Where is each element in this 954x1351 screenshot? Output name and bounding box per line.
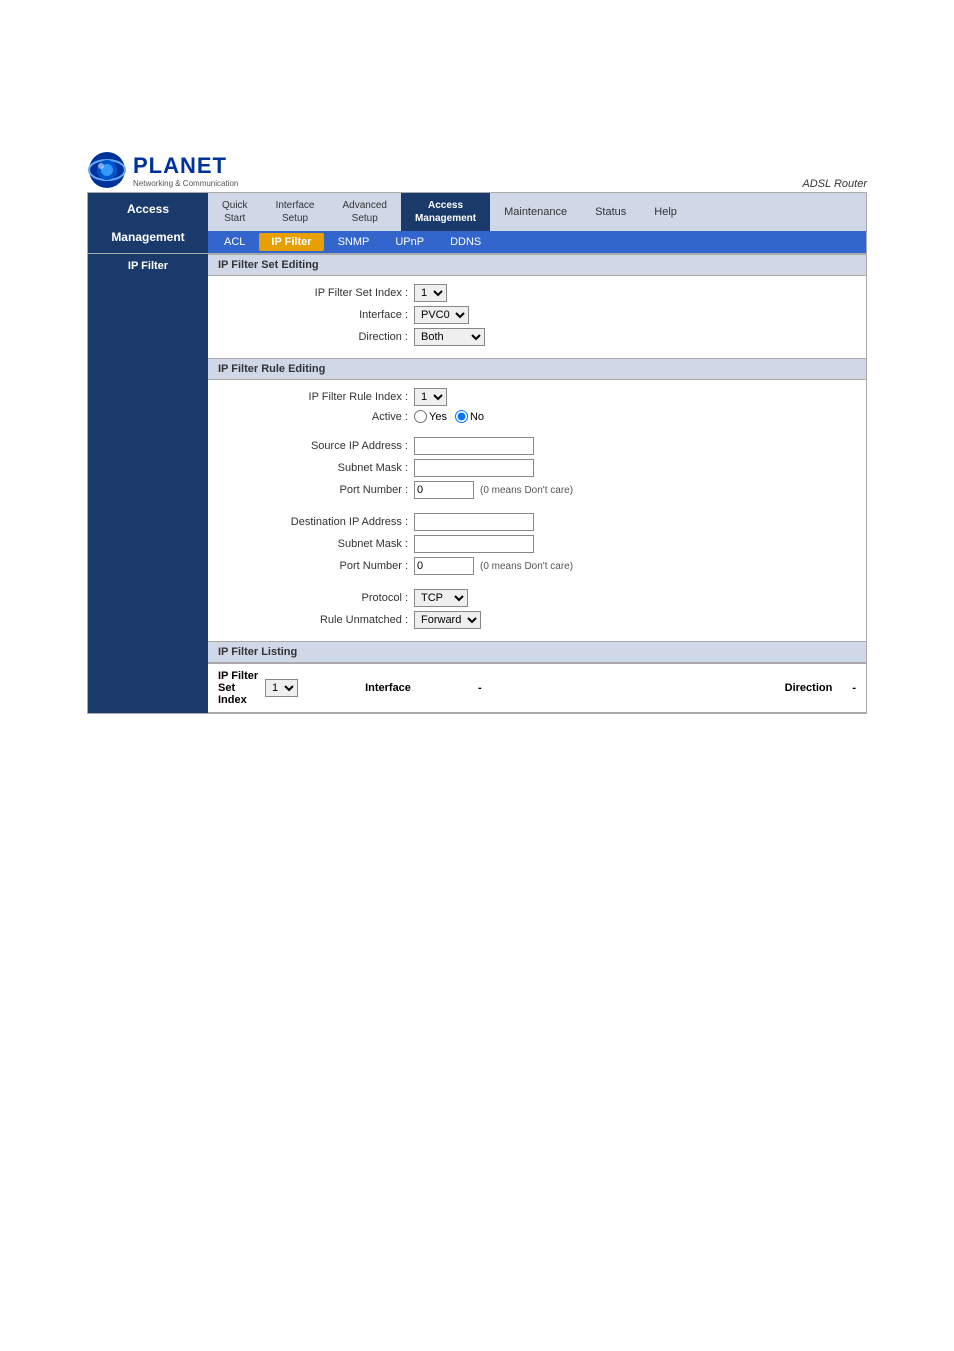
- active-no-radio[interactable]: [455, 410, 468, 423]
- listing-index-select[interactable]: 123456: [265, 679, 298, 697]
- dest-port-input[interactable]: [414, 557, 474, 575]
- spacer3: [228, 579, 846, 589]
- sub-tab-acl[interactable]: ACL: [212, 233, 257, 251]
- brand-subtitle: Networking & Communication: [133, 179, 238, 188]
- nav-tabs-area: QuickStart InterfaceSetup AdvancedSetup …: [208, 193, 866, 253]
- source-subnet-input[interactable]: [414, 459, 534, 477]
- nav-sidebar-line2: Management: [111, 230, 184, 244]
- source-port-hint: (0 means Don't care): [480, 485, 573, 496]
- section-header-listing: IP Filter Listing: [208, 641, 866, 663]
- spacer1: [228, 427, 846, 437]
- dest-port-hint: (0 means Don't care): [480, 561, 573, 572]
- row-source-subnet: Subnet Mask :: [228, 459, 846, 477]
- nav-sub-tabs: ACL IP Filter SNMP UPnP DDNS: [208, 231, 866, 253]
- protocol-label: Protocol :: [228, 592, 408, 604]
- filter-set-index-select[interactable]: 123456: [414, 284, 447, 302]
- rule-unmatched-label: Rule Unmatched :: [228, 614, 408, 626]
- tab-maintenance[interactable]: Maintenance: [490, 193, 581, 231]
- spacer2: [228, 503, 846, 513]
- content-sidebar: IP Filter: [88, 254, 208, 713]
- active-yes-radio[interactable]: [414, 410, 427, 423]
- sub-tab-ddns[interactable]: DDNS: [438, 233, 493, 251]
- active-radio-group: Yes No: [414, 410, 484, 423]
- logo-bar: PLANET Networking & Communication ADSL R…: [87, 150, 867, 190]
- source-port-input[interactable]: [414, 481, 474, 499]
- dest-subnet-label: Subnet Mask :: [228, 538, 408, 550]
- section-body-set-editing: IP Filter Set Index : 123456 Interface :…: [208, 276, 866, 358]
- interface-label: Interface :: [228, 309, 408, 321]
- tab-advanced-setup[interactable]: AdvancedSetup: [328, 193, 400, 231]
- nav-top-tabs: QuickStart InterfaceSetup AdvancedSetup …: [208, 193, 866, 231]
- section-header-rule-editing: IP Filter Rule Editing: [208, 358, 866, 380]
- tab-interface-setup[interactable]: InterfaceSetup: [262, 193, 329, 231]
- dest-subnet-input[interactable]: [414, 535, 534, 553]
- sub-tab-ip-filter[interactable]: IP Filter: [259, 233, 323, 251]
- source-subnet-label: Subnet Mask :: [228, 462, 408, 474]
- section-body-rule-editing: IP Filter Rule Index : 123456 Active : Y…: [208, 380, 866, 641]
- row-dest-subnet: Subnet Mask :: [228, 535, 846, 553]
- listing-col-index-header: IP Filter Set Index 123456: [218, 670, 298, 706]
- protocol-select[interactable]: TCPUDPICMPAny: [414, 589, 468, 607]
- active-label: Active :: [228, 411, 408, 423]
- tab-help[interactable]: Help: [640, 193, 691, 231]
- row-protocol: Protocol : TCPUDPICMPAny: [228, 589, 846, 607]
- dest-ip-input[interactable]: [414, 513, 534, 531]
- listing-col-direction-header: Direction: [732, 682, 832, 694]
- source-ip-label: Source IP Address :: [228, 440, 408, 452]
- nav-sidebar-label: Access Management: [88, 193, 208, 253]
- row-direction: Direction : BothIncomingOutgoing: [228, 328, 846, 346]
- planet-logo-icon: [87, 150, 127, 190]
- listing-direction-dash: -: [852, 682, 856, 694]
- row-active: Active : Yes No: [228, 410, 846, 423]
- section-header-set-editing: IP Filter Set Editing: [208, 254, 866, 276]
- sub-tab-snmp[interactable]: SNMP: [326, 233, 382, 251]
- direction-select[interactable]: BothIncomingOutgoing: [414, 328, 485, 346]
- source-ip-input[interactable]: [414, 437, 534, 455]
- brand-name: PLANET: [133, 153, 238, 179]
- direction-label: Direction :: [228, 331, 408, 343]
- row-interface: Interface : PVC0PVC1PVC2PVC3: [228, 306, 846, 324]
- router-container: PLANET Networking & Communication ADSL R…: [87, 150, 867, 714]
- row-filter-set-index: IP Filter Set Index : 123456: [228, 284, 846, 302]
- logo-text: PLANET Networking & Communication: [133, 153, 238, 188]
- rule-unmatched-select[interactable]: ForwardNext: [414, 611, 481, 629]
- page-wrapper: PLANET Networking & Communication ADSL R…: [0, 0, 954, 1351]
- dest-port-label: Port Number :: [228, 560, 408, 572]
- row-source-ip: Source IP Address :: [228, 437, 846, 455]
- dest-ip-label: Destination IP Address :: [228, 516, 408, 528]
- listing-interface-dash: -: [478, 682, 482, 694]
- rule-index-select[interactable]: 123456: [414, 388, 447, 406]
- adsl-router-label: ADSL Router: [802, 178, 867, 190]
- row-dest-ip: Destination IP Address :: [228, 513, 846, 531]
- content-area: IP Filter IP Filter Set Editing IP Filte…: [87, 254, 867, 714]
- tab-status[interactable]: Status: [581, 193, 640, 231]
- listing-header-row: IP Filter Set Index 123456 Interface - D…: [208, 663, 866, 713]
- nav-sidebar-line1: Access: [127, 202, 169, 216]
- row-source-port: Port Number : (0 means Don't care): [228, 481, 846, 499]
- tab-quick-start[interactable]: QuickStart: [208, 193, 262, 231]
- row-rule-unmatched: Rule Unmatched : ForwardNext: [228, 611, 846, 629]
- row-dest-port: Port Number : (0 means Don't care): [228, 557, 846, 575]
- logo: PLANET Networking & Communication: [87, 150, 238, 190]
- sub-tab-upnp[interactable]: UPnP: [383, 233, 436, 251]
- row-rule-index: IP Filter Rule Index : 123456: [228, 388, 846, 406]
- main-nav: Access Management QuickStart InterfaceSe…: [87, 192, 867, 254]
- tab-access-management[interactable]: AccessManagement: [401, 193, 490, 231]
- filter-set-index-label: IP Filter Set Index :: [228, 287, 408, 299]
- listing-col-interface-header: Interface: [318, 682, 458, 694]
- source-port-label: Port Number :: [228, 484, 408, 496]
- rule-index-label: IP Filter Rule Index :: [228, 391, 408, 403]
- active-yes-label[interactable]: Yes: [414, 410, 447, 423]
- interface-select[interactable]: PVC0PVC1PVC2PVC3: [414, 306, 469, 324]
- active-no-label[interactable]: No: [455, 410, 484, 423]
- content-main: IP Filter Set Editing IP Filter Set Inde…: [208, 254, 866, 713]
